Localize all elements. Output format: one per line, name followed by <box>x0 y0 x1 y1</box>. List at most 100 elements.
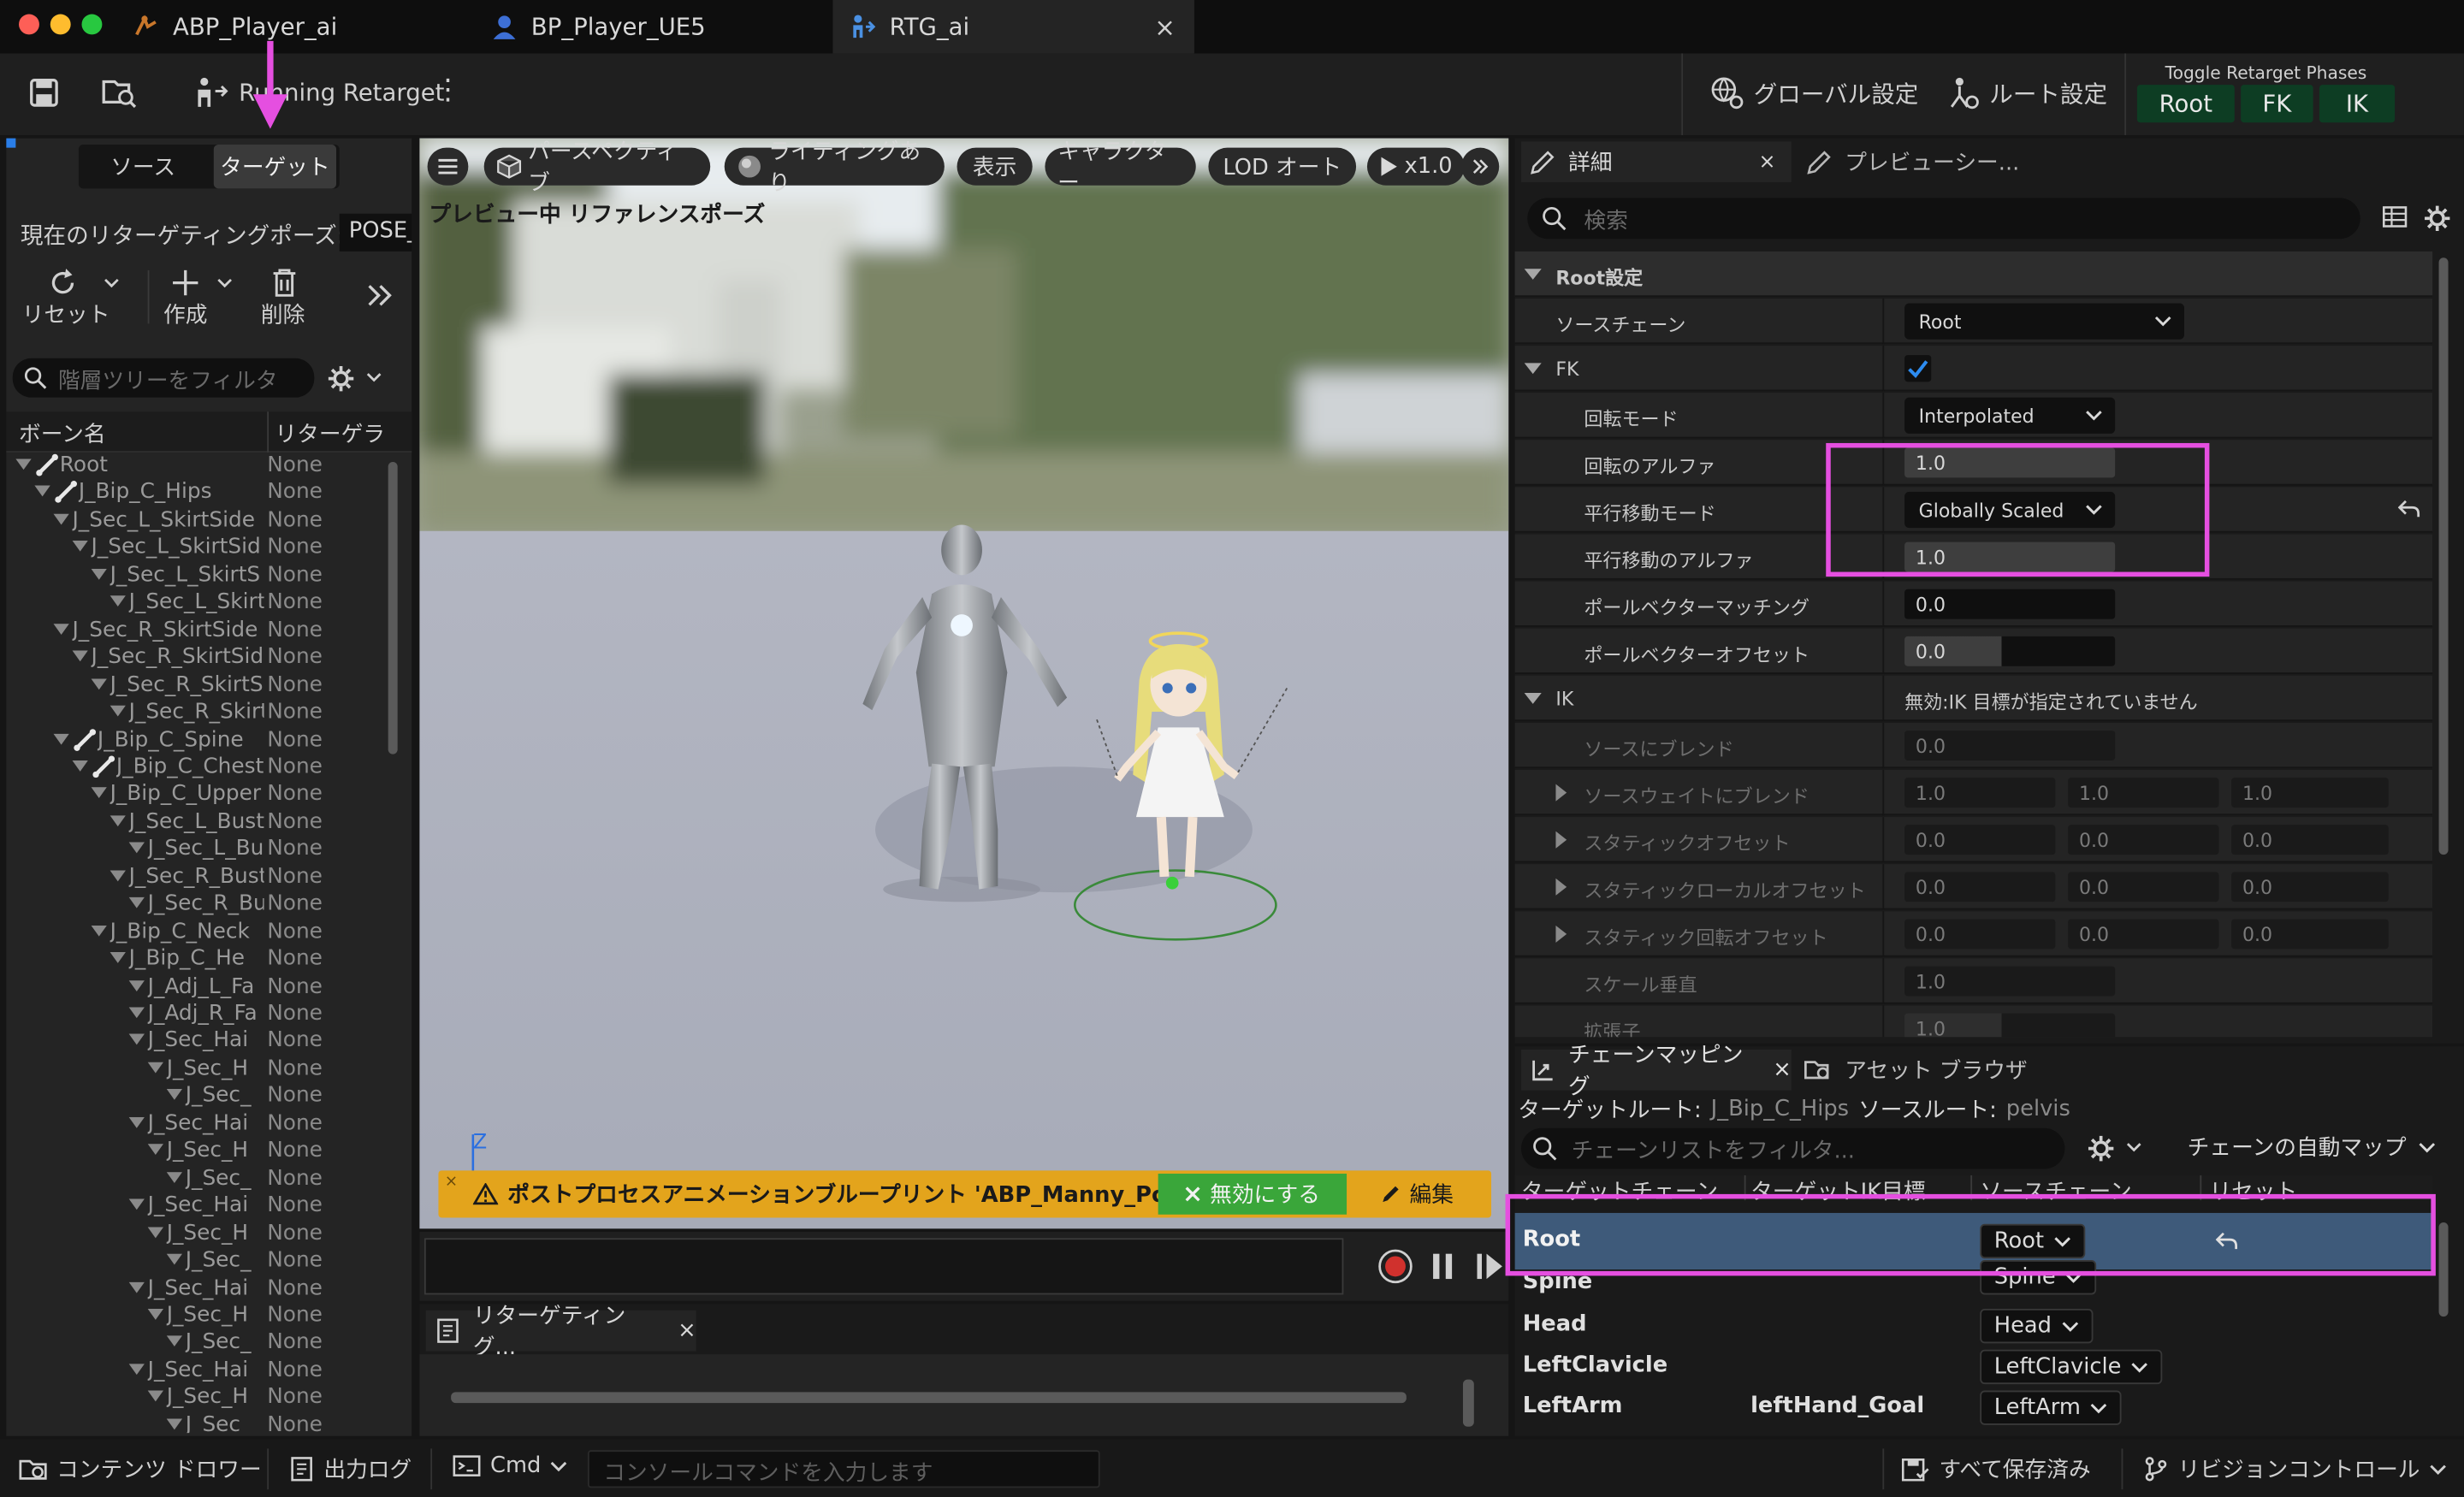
tab-chain-mapping[interactable]: チェーンマッピング × <box>1520 1044 1792 1100</box>
tree-row[interactable]: J_Sec_L_Bust None <box>6 809 383 836</box>
rotation-mode-dropdown[interactable]: Interpolated <box>1904 397 2116 434</box>
chevron-right-icon[interactable] <box>1555 784 1568 802</box>
auto-map-chains-button[interactable]: チェーンの自動マップ <box>2188 1131 2437 1163</box>
tree-settings-gear-icon[interactable] <box>327 364 383 393</box>
hierarchy-filter-input[interactable]: 階層ツリーをフィルタ <box>12 358 315 398</box>
chevron-down-icon[interactable] <box>53 732 69 746</box>
tree-row[interactable]: Root None <box>6 453 383 479</box>
tab-asset-browser[interactable]: アセット ブラウザ <box>1804 1050 2028 1091</box>
lod-auto-button[interactable]: LOD オート <box>1208 147 1357 186</box>
chain-filter-input[interactable]: チェーンリストをフィルタ... <box>1520 1127 2065 1169</box>
chevron-down-icon[interactable] <box>128 897 145 910</box>
chevron-down-icon[interactable] <box>34 486 50 499</box>
target-toggle[interactable]: ターゲット <box>213 144 337 189</box>
static-offset-x[interactable]: 0.0 <box>1904 825 2056 855</box>
tree-row[interactable]: J_Sec_Hai None <box>6 1275 383 1301</box>
tree-row[interactable]: J_Sec_H None <box>6 1303 383 1329</box>
chevron-down-icon[interactable] <box>166 1089 183 1102</box>
tree-row[interactable]: J_Sec_H None <box>6 1138 383 1164</box>
tree-row[interactable]: J_Sec_R_SkirtS None <box>6 672 383 698</box>
source-chain-dropdown[interactable]: LeftArm <box>1980 1390 2122 1425</box>
chevron-down-icon[interactable] <box>147 1308 164 1322</box>
tree-row[interactable]: J_Sec_L_SkirtSide None <box>6 507 383 534</box>
tree-row[interactable]: J_Sec_H None <box>6 1385 383 1411</box>
static-rotation-x[interactable]: 0.0 <box>1904 919 2056 950</box>
browse-asset-button[interactable] <box>101 77 139 109</box>
tab-preview-scene[interactable]: プレビューシー... <box>1807 141 2019 182</box>
tree-row[interactable]: J_Sec_ None <box>6 1165 383 1192</box>
chevron-down-icon[interactable] <box>72 541 88 553</box>
chain-scrollbar[interactable] <box>2438 1222 2449 1317</box>
static-offset-z[interactable]: 0.0 <box>2231 825 2389 855</box>
tab-retarget-output[interactable]: リターゲティング... × <box>425 1304 696 1361</box>
close-tab-button[interactable]: × <box>1154 12 1176 42</box>
tree-row[interactable]: J_Bip_C_Chest None <box>6 754 383 781</box>
blend-weight-z[interactable]: 1.0 <box>2231 778 2389 808</box>
chevron-down-icon[interactable] <box>128 1363 145 1376</box>
tab-bp-player[interactable]: BP_Player_UE5 <box>475 0 833 53</box>
disable-postprocess-button[interactable]: 無効にする <box>1158 1174 1348 1215</box>
table-row[interactable]: Head Head <box>1515 1307 2433 1348</box>
table-row[interactable]: LeftArm leftHand_Goal LeftArm <box>1515 1389 2433 1430</box>
tree-row[interactable]: J_Adj_L_Fa None <box>6 973 383 1000</box>
perspective-button[interactable]: パースペクティブ <box>483 139 711 197</box>
chevron-down-icon[interactable] <box>128 1281 145 1294</box>
blend-source-slider[interactable]: 0.0 <box>1904 731 2116 760</box>
pole-offset-slider[interactable]: 0.0 <box>1904 636 2116 666</box>
cmd-dropdown[interactable]: Cmd <box>453 1453 568 1478</box>
chevron-down-icon[interactable] <box>110 595 126 609</box>
delete-pose-button[interactable]: 削除 <box>258 267 320 329</box>
tab-details[interactable]: 詳細 × <box>1520 141 1792 183</box>
show-button[interactable]: 表示 <box>957 147 1033 186</box>
chevron-down-icon[interactable] <box>128 1116 145 1130</box>
vertical-scrollbar[interactable] <box>1462 1379 1474 1427</box>
chevron-down-icon[interactable] <box>128 843 145 855</box>
tree-row[interactable]: J_Sec_L_Skirt None <box>6 589 383 616</box>
chevron-down-icon[interactable] <box>128 1198 145 1212</box>
playback-speed-button[interactable]: x1.0 <box>1366 147 1465 186</box>
tree-row[interactable]: J_Sec_R_Skirt None <box>6 699 383 725</box>
chevron-down-icon[interactable] <box>72 760 88 773</box>
static-local-z[interactable]: 0.0 <box>2231 872 2389 902</box>
chevron-down-icon[interactable] <box>147 1062 164 1074</box>
bone-name-column-header[interactable]: ボーン名 <box>19 418 106 450</box>
details-settings-gear-icon[interactable] <box>2423 204 2451 233</box>
dismiss-warning-button[interactable]: × <box>445 1174 458 1191</box>
tree-row[interactable]: J_Sec_R_SkirtSid None <box>6 644 383 671</box>
root-settings-button[interactable]: ルート設定 <box>1946 75 2107 109</box>
chevron-down-icon[interactable] <box>147 1226 164 1240</box>
phase-fk-toggle[interactable]: FK <box>2241 85 2313 123</box>
close-window-button[interactable] <box>19 14 39 35</box>
phase-ik-toggle[interactable]: IK <box>2319 85 2396 123</box>
chevron-down-icon[interactable] <box>53 513 69 526</box>
tree-scrollbar[interactable] <box>388 461 398 754</box>
chevron-down-icon[interactable] <box>128 1007 145 1020</box>
details-search-input[interactable]: 検索 <box>1527 198 2360 240</box>
tree-row[interactable]: J_Sec_Hai None <box>6 1028 383 1055</box>
create-pose-button[interactable]: 作成 <box>160 267 242 329</box>
toolbar-more-button[interactable]: ⋮ <box>434 74 462 107</box>
minimize-window-button[interactable] <box>50 14 71 35</box>
chevron-down-icon[interactable] <box>91 568 107 582</box>
tree-row[interactable]: J_Sec_Hai None <box>6 1192 383 1219</box>
chevron-down-icon[interactable] <box>15 459 32 471</box>
static-rotation-z[interactable]: 0.0 <box>2231 919 2389 950</box>
chevron-right-icon[interactable] <box>1555 831 1568 849</box>
save-all-button[interactable]: すべて保存済み <box>1901 1453 2091 1485</box>
close-tab-button[interactable]: × <box>678 1318 696 1343</box>
preview-viewport[interactable]: パースペクティブ ライティングあり 表示 キャラクター LOD オート x1.0… <box>419 138 1509 1229</box>
static-offset-y[interactable]: 0.0 <box>2068 825 2219 855</box>
static-local-y[interactable]: 0.0 <box>2068 872 2219 902</box>
tree-row[interactable]: J_Adj_R_Fa None <box>6 1001 383 1027</box>
phase-root-toggle[interactable]: Root <box>2136 85 2235 123</box>
chevron-down-icon[interactable] <box>166 1418 183 1431</box>
output-log-button[interactable]: 出力ログ <box>289 1453 412 1485</box>
pole-matching-slider[interactable]: 0.0 <box>1904 589 2116 619</box>
tree-row[interactable]: J_Sec_H None <box>6 1056 383 1082</box>
tree-row[interactable]: J_Sec_L_SkirtS None <box>6 562 383 589</box>
static-rotation-y[interactable]: 0.0 <box>2068 919 2219 950</box>
table-view-icon[interactable] <box>2382 204 2408 229</box>
viewport-more-button[interactable] <box>1461 147 1500 186</box>
tree-row[interactable]: J_Bip_C_Neck None <box>6 919 383 945</box>
chevron-down-icon[interactable] <box>128 1034 145 1047</box>
